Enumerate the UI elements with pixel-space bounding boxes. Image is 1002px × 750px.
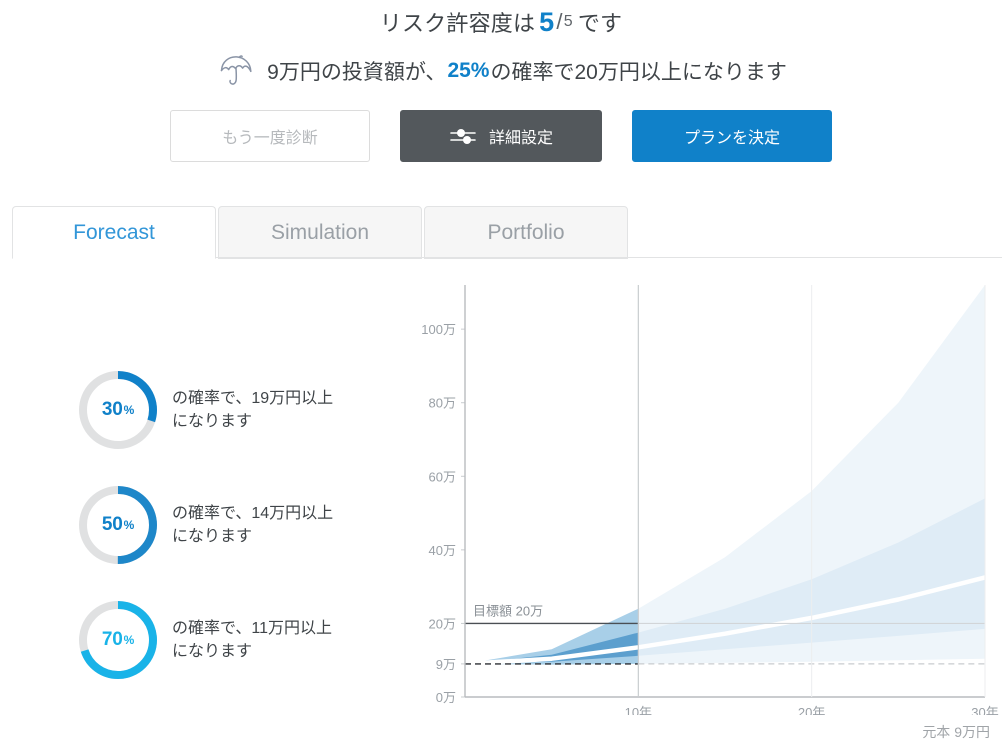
decide-plan-button[interactable]: プランを決定 xyxy=(632,110,832,162)
tab-simulation-label: Simulation xyxy=(270,220,370,244)
risk-tolerance-slash: / xyxy=(556,9,563,34)
list-item: 70% の確率で、11万円以上 になります xyxy=(78,600,408,680)
probability-text-50-line2: になります xyxy=(172,528,253,545)
y-tick-label: 0万 xyxy=(436,690,456,705)
tab-portfolio[interactable]: Portfolio xyxy=(424,206,628,259)
risk-tolerance-suffix: です xyxy=(577,11,623,36)
forecast-chart: 0万 9万 20万 40万 60万 80万 100万目標額 20万 10年 20年 30年 xyxy=(420,275,1002,715)
action-button-row: もう一度診断 詳細設定 プランを決定 xyxy=(0,110,1002,162)
tab-simulation[interactable]: Simulation xyxy=(218,206,422,259)
y-tick-label: 100万 xyxy=(421,322,456,337)
y-tick-label: 9万 xyxy=(436,657,456,672)
probability-donut-50: 50% xyxy=(78,485,158,565)
probability-donut-30: 30% xyxy=(78,370,158,450)
list-item: 30% の確率で、19万円以上 になります xyxy=(78,370,408,450)
tab-bar: Forecast Simulation Portfolio xyxy=(12,205,1002,259)
probability-donut-70: 70% xyxy=(78,600,158,680)
sliders-icon xyxy=(449,126,477,146)
decide-plan-button-label: プランを決定 xyxy=(683,130,780,147)
tab-forecast[interactable]: Forecast xyxy=(12,206,216,259)
probability-donut-30-value: 30 xyxy=(101,399,123,420)
probability-text-50-line1: の確率で、14万円以上 xyxy=(172,504,334,522)
probability-donut-50-value: 50 xyxy=(101,514,123,535)
forecast-prefix: 9万円の投資額が、 xyxy=(267,61,447,84)
tab-forecast-label: Forecast xyxy=(73,220,155,244)
forecast-probability: 25% xyxy=(447,59,490,82)
tab-bar-underline xyxy=(216,257,1002,258)
probability-text-70-line1: の確率で、11万円以上 xyxy=(172,619,332,637)
probability-donut-30-label: 30% xyxy=(78,370,158,450)
risk-tolerance-prefix: リスク許容度は xyxy=(379,11,536,36)
forecast-summary: 9万円の投資額が、 25% の確率で20万円以上になります xyxy=(0,48,1002,94)
rediagnose-button[interactable]: もう一度診断 xyxy=(170,110,370,162)
list-item: 50% の確率で、14万円以上 になります xyxy=(78,485,408,565)
probability-text-30: の確率で、19万円以上 になります xyxy=(172,387,333,433)
risk-tolerance-headline: リスク許容度は 5 / 5 です xyxy=(0,0,1002,44)
probability-list: 30% の確率で、19万円以上 になります 50% の確率で、14万円以上 にな… xyxy=(78,370,408,715)
risk-tolerance-value: 5 xyxy=(539,6,555,37)
probability-donut-70-label: 70% xyxy=(78,600,158,680)
probability-donut-30-unit: % xyxy=(123,403,135,417)
y-tick-label: 40万 xyxy=(429,543,456,558)
y-tick-label: 80万 xyxy=(429,396,456,411)
rediagnose-button-label: もう一度診断 xyxy=(222,130,318,147)
principal-footnote: 元本 9万円 xyxy=(922,724,990,740)
probability-donut-50-unit: % xyxy=(123,518,135,532)
y-tick-label: 20万 xyxy=(429,616,456,631)
probability-donut-50-label: 50% xyxy=(78,485,158,565)
detail-settings-button[interactable]: 詳細設定 xyxy=(400,110,602,162)
probability-text-70-line2: になります xyxy=(172,643,253,660)
x-tick-label: 20年 xyxy=(798,705,825,715)
probability-text-50: の確率で、14万円以上 になります xyxy=(172,502,333,548)
y-tick-label: 60万 xyxy=(429,469,456,484)
tab-portfolio-label: Portfolio xyxy=(487,220,565,244)
probability-donut-70-unit: % xyxy=(123,633,135,647)
probability-text-30-line1: の確率で、19万円以上 xyxy=(172,389,334,407)
risk-tolerance-total: 5 xyxy=(563,13,573,30)
x-tick-label: 30年 xyxy=(971,705,998,715)
probability-text-30-line2: になります xyxy=(172,413,253,430)
forecast-chart-svg: 0万 9万 20万 40万 60万 80万 100万目標額 20万 10年 20年 30年 xyxy=(421,285,999,715)
x-tick-label: 10年 xyxy=(625,705,652,715)
umbrella-icon xyxy=(215,52,259,90)
probability-text-70: の確率で、11万円以上 になります xyxy=(172,617,332,663)
goal-line-label: 目標額 20万 xyxy=(473,603,543,618)
forecast-suffix: の確率で20万円以上になります xyxy=(490,61,787,84)
detail-settings-button-label: 詳細設定 xyxy=(488,130,553,147)
probability-donut-70-value: 70 xyxy=(101,629,123,650)
